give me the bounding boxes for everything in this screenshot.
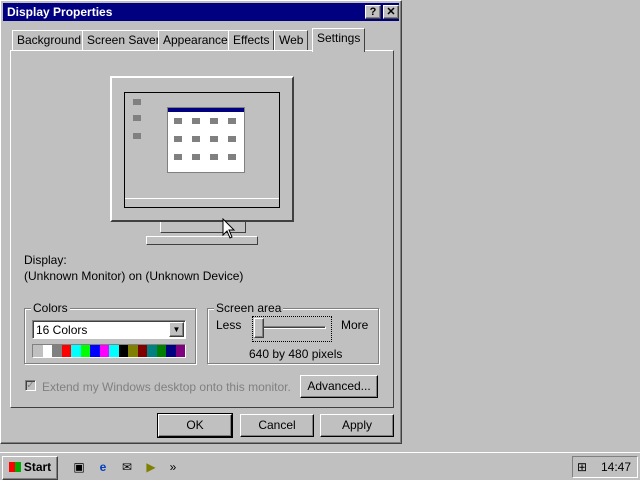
cancel-button[interactable]: Cancel [240,414,314,437]
resolution-slider-track[interactable] [258,326,326,329]
taskbar: Start ▣ e ✉ ▶ » ⊞ 14:47 [0,452,640,480]
tab-settings[interactable]: Settings [312,28,366,52]
close-button[interactable]: ✕ [383,5,399,19]
more-label: More [341,318,369,332]
palette-swatch [80,345,90,357]
mini-window [167,107,245,173]
mini-taskbar [125,198,279,207]
display-label: Display: [24,253,67,267]
outlook-express-icon[interactable]: ✉ [118,458,136,476]
tab-appearance[interactable]: Appearance [158,30,233,50]
tab-screen-saver[interactable]: Screen Saver [82,30,165,50]
desktop-icon [133,99,141,105]
windows-logo-icon [8,462,21,472]
desktop-icon [133,115,141,121]
ok-button[interactable]: OK [157,413,233,438]
palette-swatch [166,345,176,357]
monitor-base [146,236,258,245]
monitor-preview [110,76,294,222]
palette-swatch [42,345,52,357]
tab-background[interactable]: Background [12,30,87,50]
tab-web[interactable]: Web [274,30,309,50]
colors-legend: Colors [31,301,70,315]
show-desktop-icon[interactable]: ▣ [70,458,88,476]
mouse-cursor-icon [222,218,236,239]
chevron-down-icon[interactable]: ▼ [169,322,184,337]
palette-swatch [99,345,109,357]
less-label: Less [216,318,242,332]
palette-swatch [90,345,100,357]
monitor-screen [124,92,280,208]
start-button[interactable]: Start [2,456,58,480]
palette-swatch [71,345,81,357]
palette-swatch [118,345,128,357]
system-tray: ⊞ 14:47 [572,456,638,478]
title-bar[interactable]: Display Properties ? ✕ [3,3,399,21]
screen-area-legend: Screen area [214,301,284,315]
color-palette [32,344,186,358]
resolution-slider-thumb[interactable] [254,318,264,338]
palette-swatch [147,345,157,357]
network-icon[interactable]: ⊞ [577,460,587,474]
colors-dropdown[interactable]: 16 Colors ▼ [32,320,186,339]
apply-button[interactable]: Apply [320,414,394,437]
palette-swatch [33,345,43,357]
display-value: (Unknown Monitor) on (Unknown Device) [24,269,244,283]
extend-desktop-label: Extend my Windows desktop onto this moni… [42,380,291,394]
window-title: Display Properties [7,5,113,19]
palette-swatch [61,345,71,357]
clock[interactable]: 14:47 [601,460,631,474]
internet-explorer-icon[interactable]: e [94,458,112,476]
desktop-icon [133,133,141,139]
palette-swatch [156,345,166,357]
palette-swatch [128,345,138,357]
quick-launch-more[interactable]: » [164,458,182,476]
palette-swatch [175,345,185,357]
help-button[interactable]: ? [365,5,381,19]
start-label: Start [23,460,52,474]
palette-swatch [137,345,147,357]
channels-icon[interactable]: ▶ [142,458,160,476]
palette-swatch [52,345,62,357]
slider-focus [252,316,332,342]
advanced-button[interactable]: Advanced... [300,375,378,398]
resolution-value: 640 by 480 pixels [249,347,343,361]
palette-swatch [109,345,119,357]
extend-desktop-checkbox[interactable]: ✓ [25,380,36,391]
colors-selected-value: 16 Colors [36,323,88,337]
tab-effects[interactable]: Effects [228,30,275,50]
